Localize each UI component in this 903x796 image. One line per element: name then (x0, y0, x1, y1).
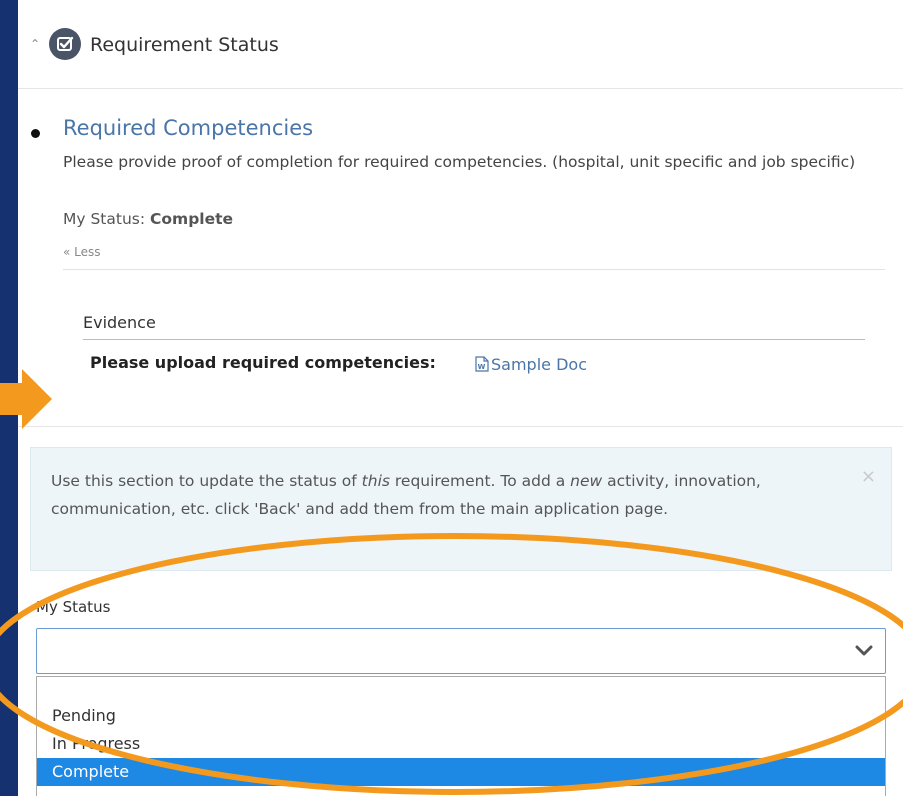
status-dropdown: Pending In Progress Complete (36, 676, 886, 796)
option-in-progress[interactable]: In Progress (37, 730, 885, 758)
upload-label: Please upload required competencies: (90, 353, 436, 372)
requirement-description: Please provide proof of completion for r… (63, 153, 856, 171)
my-status-label: My Status (36, 598, 111, 616)
info-alert: Use this section to update the status of… (30, 447, 892, 571)
sample-doc-link[interactable]: W Sample Doc (475, 354, 587, 376)
my-status-line: My Status: Complete (63, 208, 233, 230)
option-pending[interactable]: Pending (37, 702, 885, 730)
double-chevron-up-icon[interactable]: ⌃ (30, 36, 40, 52)
divider (18, 426, 903, 427)
status-select[interactable] (36, 628, 886, 674)
checkbox-icon (49, 28, 81, 60)
requirement-panel: ⌃ Requirement Status Required Competenci… (18, 0, 903, 796)
option-complete[interactable]: Complete (37, 758, 885, 786)
divider (63, 269, 885, 270)
close-icon[interactable]: × (861, 467, 876, 487)
evidence-heading: Evidence (83, 313, 156, 332)
less-label: Less (74, 245, 101, 259)
arrow-annotation (0, 369, 52, 429)
section-header[interactable]: ⌃ Requirement Status (18, 0, 903, 89)
bullet-icon (31, 129, 40, 138)
section-title: Requirement Status (90, 34, 279, 56)
divider (83, 339, 865, 340)
info-text: Use this section to update the status of… (51, 472, 761, 518)
double-chevron-up-icon: « (63, 245, 71, 259)
svg-text:W: W (478, 363, 486, 371)
document-name: Sample Doc (491, 355, 587, 374)
less-link[interactable]: « Less (63, 244, 101, 260)
chevron-down-icon (855, 645, 873, 656)
requirement-title[interactable]: Required Competencies (63, 115, 313, 141)
status-label: My Status: (63, 210, 146, 228)
word-document-icon: W (475, 356, 489, 372)
status-value: Complete (150, 210, 234, 228)
